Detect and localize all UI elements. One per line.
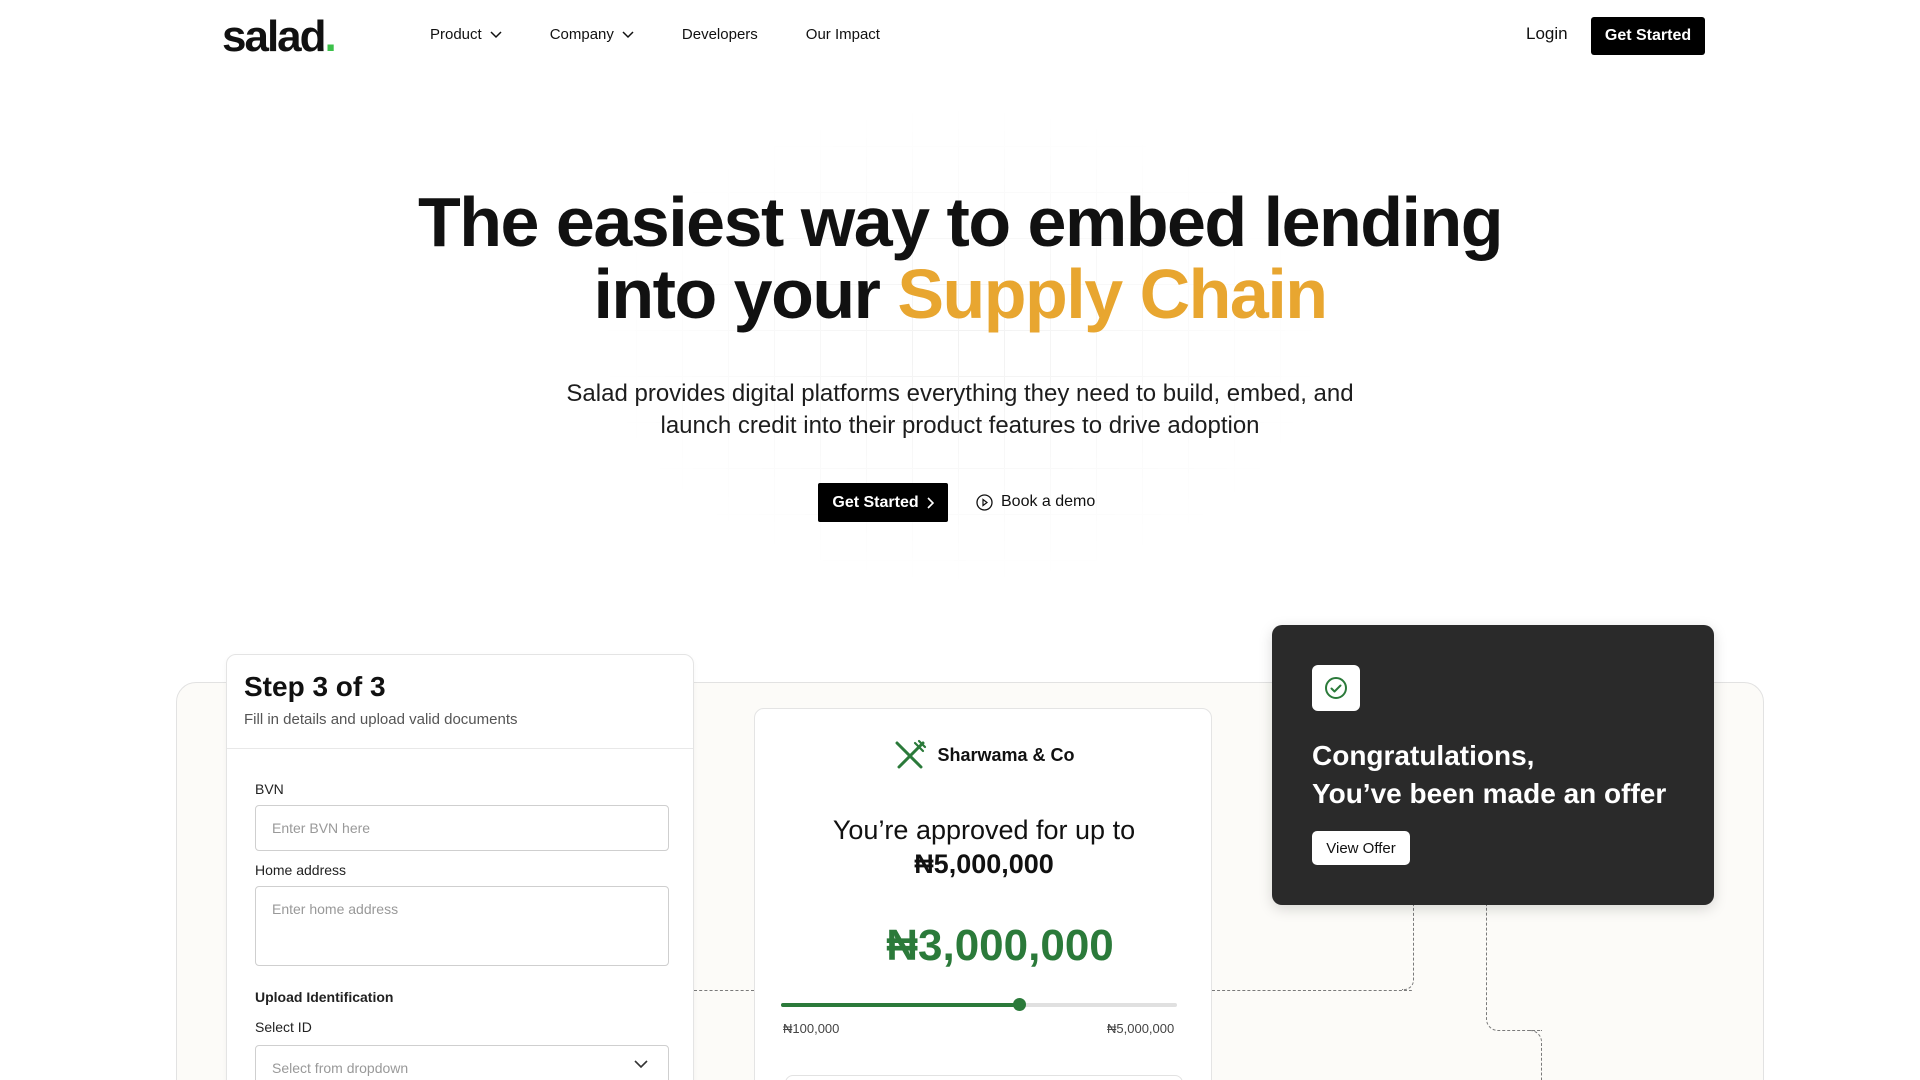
- hero-title-line1: The easiest way to embed lending: [418, 183, 1503, 261]
- loan-amount-slider[interactable]: [781, 998, 1177, 1011]
- nav-product-label: Product: [430, 26, 482, 43]
- nav-company-label: Company: [549, 26, 614, 43]
- utensils-icon: [895, 739, 927, 769]
- check-badge: [1312, 665, 1360, 711]
- hero-title-line2: into your: [593, 255, 898, 333]
- login-link[interactable]: Login: [1526, 24, 1568, 44]
- hero-subtitle: Salad provides digital platforms everyth…: [0, 378, 1920, 442]
- bvn-placeholder: Enter BVN here: [272, 820, 371, 836]
- nav-company[interactable]: Company: [550, 26, 634, 43]
- nav-developers[interactable]: Developers: [682, 26, 758, 43]
- hero-title: The easiest way to embed lending into yo…: [0, 186, 1920, 330]
- nav-get-started-button[interactable]: Get Started: [1591, 17, 1705, 55]
- book-demo-label: Book a demo: [1001, 493, 1096, 510]
- nav-our-impact-label: Our Impact: [805, 26, 880, 43]
- home-address-placeholder: Enter home address: [272, 901, 399, 917]
- nav-developers-label: Developers: [681, 26, 758, 43]
- connector-line: [694, 990, 754, 991]
- connector-line: [1486, 905, 1542, 1031]
- slider-handle[interactable]: [1013, 998, 1026, 1011]
- offer-message: Congratulations, You’ve been made an off…: [1312, 737, 1666, 813]
- slider-min-label: ₦100,000: [783, 1021, 840, 1036]
- selected-loan-amount: ₦3,000,000: [886, 921, 1114, 970]
- book-demo-link[interactable]: Book a demo: [976, 493, 1095, 511]
- application-form-card: Step 3 of 3 Fill in details and upload v…: [226, 654, 694, 1080]
- select-id-placeholder: Select from dropdown: [272, 1060, 409, 1076]
- top-nav: salad. Product Company Developers Our Im…: [0, 0, 1920, 72]
- offer-line1: Congratulations,: [1312, 740, 1535, 771]
- salad-logo[interactable]: salad.: [222, 12, 337, 62]
- step-description: Fill in details and upload valid documen…: [244, 711, 518, 728]
- home-address-textarea[interactable]: Enter home address: [255, 886, 669, 966]
- slider-fill: [781, 1003, 1019, 1007]
- connector-line: [1402, 905, 1414, 990]
- approval-max-amount: ₦5,000,000: [914, 849, 1054, 879]
- bvn-label: BVN: [255, 781, 284, 797]
- chevron-down-icon: [622, 30, 634, 38]
- merchant-header: Sharwama & Co: [755, 739, 1213, 771]
- nav-product[interactable]: Product: [430, 26, 502, 43]
- nav-links: Product Company Developers Our Impact: [430, 26, 928, 43]
- chevron-down-icon: [634, 1060, 648, 1069]
- hero-subtitle-line2: launch credit into their product feature…: [660, 412, 1260, 439]
- connector-line: [1212, 990, 1412, 991]
- connector-line: [1530, 1030, 1542, 1080]
- approval-text: You’re approved for up to: [832, 815, 1136, 845]
- hero-title-accent: Supply Chain: [897, 255, 1328, 333]
- chevron-down-icon: [490, 30, 502, 38]
- offer-notification-card: Congratulations, You’ve been made an off…: [1272, 625, 1714, 905]
- offer-line2: You’ve been made an offer: [1312, 778, 1667, 809]
- bvn-input[interactable]: Enter BVN here: [255, 805, 669, 851]
- hero-get-started-button[interactable]: Get Started: [818, 483, 948, 522]
- loan-approval-card: Sharwama & Co You’re approved for up to …: [754, 708, 1212, 1080]
- view-offer-button[interactable]: View Offer: [1312, 831, 1410, 865]
- logo-text: salad: [222, 12, 327, 61]
- nav-our-impact[interactable]: Our Impact: [806, 26, 880, 43]
- select-id-dropdown[interactable]: Select from dropdown: [255, 1045, 669, 1080]
- hero-subtitle-line1: Salad provides digital platforms everyth…: [566, 380, 1354, 407]
- approval-card-footer-box: [785, 1075, 1183, 1080]
- home-address-label: Home address: [255, 862, 347, 878]
- logo-dot: .: [324, 12, 337, 61]
- approval-message: You’re approved for up to ₦5,000,000: [755, 813, 1213, 881]
- merchant-name: Sharwama & Co: [937, 744, 1075, 765]
- hero-get-started-label: Get Started: [832, 493, 919, 511]
- form-card-header: Step 3 of 3 Fill in details and upload v…: [227, 655, 693, 749]
- hero-grid-background: [590, 100, 1330, 590]
- check-circle-icon: [1325, 677, 1347, 699]
- chevron-right-icon: [927, 496, 934, 509]
- step-title: Step 3 of 3: [244, 671, 386, 702]
- select-id-label: Select ID: [255, 1019, 312, 1035]
- slider-max-label: ₦5,000,000: [1107, 1021, 1175, 1036]
- play-circle-icon: [976, 493, 993, 511]
- upload-identification-label: Upload Identification: [255, 989, 394, 1005]
